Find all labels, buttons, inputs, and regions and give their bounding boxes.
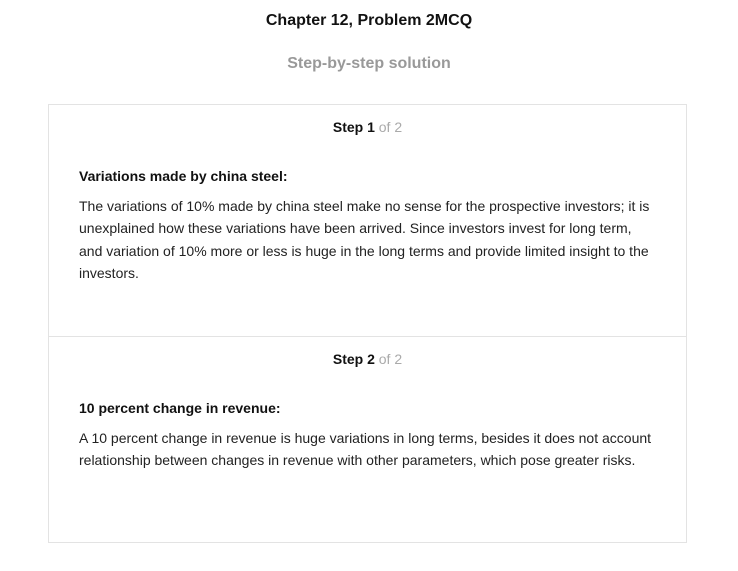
page-title: Chapter 12, Problem 2MCQ [265, 12, 473, 29]
step-2-of: of 2 [378, 351, 403, 367]
solution-box: Step 1 of 2 Variations made by china ste… [48, 104, 687, 543]
step-2-header: Step 2 of 2 [79, 350, 656, 368]
step-1-heading: Variations made by china steel: [79, 168, 288, 184]
step-1-section: Step 1 of 2 Variations made by china ste… [49, 105, 686, 336]
step-2-section: Step 2 of 2 10 percent change in revenue… [49, 336, 686, 544]
step-1-of: of 2 [378, 119, 403, 135]
step-1-label: Step 1 [332, 119, 375, 135]
step-2-text: A 10 percent change in revenue is huge v… [79, 430, 652, 469]
page-subtitle: Step-by-step solution [287, 55, 451, 72]
step-1-text: The variations of 10% made by china stee… [79, 198, 650, 281]
step-1-header: Step 1 of 2 [79, 118, 656, 136]
step-2-heading: 10 percent change in revenue: [79, 400, 281, 416]
step-2-label: Step 2 [332, 351, 375, 367]
